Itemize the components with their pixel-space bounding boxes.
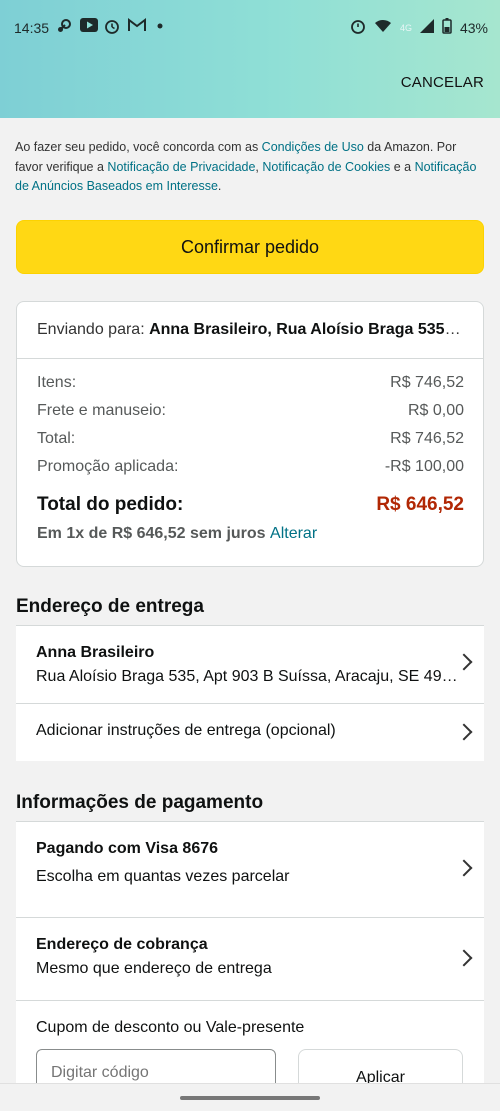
- alarm-status-icon: [350, 18, 366, 38]
- battery-percent: 43%: [459, 20, 488, 36]
- status-time: 14:35: [14, 20, 50, 36]
- row-label: Frete e manuseio:: [37, 402, 166, 419]
- cancel-button[interactable]: CANCELAR: [401, 74, 484, 91]
- alarm-icon: [104, 18, 120, 34]
- battery-icon: [442, 18, 452, 38]
- payment-section-title: Informações de pagamento: [16, 792, 264, 813]
- terms-suffix: .: [217, 179, 222, 193]
- row-label: Total:: [37, 430, 76, 447]
- row-value: R$ 0,00: [407, 402, 464, 419]
- network-type: 4G: [399, 23, 412, 33]
- summary-row-total: Total: R$ 746,52: [37, 430, 464, 448]
- steam-icon: [56, 18, 72, 34]
- delivery-instructions: Adicionar instruções de entrega (opciona…: [36, 722, 336, 739]
- row-label: Itens:: [37, 374, 77, 391]
- billing-title: Endereço de cobrança: [36, 936, 208, 953]
- row-value: -R$ 100,00: [384, 458, 464, 475]
- installment-info: Em 1x de R$ 646,52 sem juros Alterar: [37, 525, 317, 543]
- ship-to-label: Enviando para:: [37, 321, 150, 338]
- terms-mid2: e a: [390, 159, 415, 174]
- delivery-instructions-card[interactable]: Adicionar instruções de entrega (opciona…: [16, 703, 484, 761]
- confirm-order-button[interactable]: Confirmar pedido: [16, 220, 484, 274]
- delivery-address: Rua Aloísio Braga 535, Apt 903 B Suíssa,…: [36, 668, 461, 685]
- change-installment-link[interactable]: Alterar: [270, 525, 317, 542]
- notification-icons: [56, 18, 168, 34]
- row-value: R$ 746,52: [390, 374, 464, 391]
- recipient-name: Anna Brasileiro: [36, 644, 155, 661]
- billing-address-card[interactable]: Endereço de cobrança Mesmo que endereço …: [16, 917, 484, 1000]
- ship-to[interactable]: Enviando para: Anna Brasileiro, Rua Aloí…: [37, 321, 462, 339]
- row-value: R$ 746,52: [390, 430, 464, 447]
- header: 14:35 4G 43% CANCELAR: [0, 0, 500, 118]
- terms-prefix: Ao fazer seu pedido, você concorda com a…: [15, 140, 262, 154]
- divider: [17, 358, 483, 359]
- privacy-notice-link[interactable]: Notificação de Privacidade: [107, 160, 255, 174]
- status-bar: 14:35 4G 43%: [0, 0, 500, 56]
- gmail-icon: [128, 18, 146, 34]
- order-total-label: Total do pedido:: [37, 494, 184, 515]
- payment-method: Pagando com Visa 8676: [36, 840, 219, 857]
- terms-of-use-link[interactable]: Condições de Uso: [262, 140, 364, 154]
- installment-text: Em 1x de R$ 646,52 sem juros: [37, 525, 266, 542]
- order-summary: Enviando para: Anna Brasileiro, Rua Aloí…: [16, 301, 484, 567]
- summary-row-shipping: Frete e manuseio: R$ 0,00: [37, 402, 464, 420]
- delivery-address-card[interactable]: Anna Brasileiro Rua Aloísio Braga 535, A…: [16, 625, 484, 703]
- home-gesture-handle[interactable]: [180, 1096, 320, 1100]
- delivery-section-title: Endereço de entrega: [16, 596, 204, 617]
- order-total: Total do pedido: R$ 646,52: [37, 494, 464, 516]
- cookies-notice-link[interactable]: Notificação de Cookies: [262, 160, 390, 174]
- dot-icon: [152, 18, 168, 34]
- summary-row-promotion: Promoção aplicada: -R$ 100,00: [37, 458, 464, 476]
- summary-row-items: Itens: R$ 746,52: [37, 374, 464, 392]
- gesture-navigation-bar: [0, 1083, 500, 1111]
- terms-notice: Ao fazer seu pedido, você concorda com a…: [15, 138, 485, 197]
- ship-to-value: Anna Brasileiro, Rua Aloísio Braga 535, …: [149, 321, 462, 338]
- cell-signal-icon: [419, 19, 434, 37]
- wifi-icon: [374, 19, 392, 37]
- billing-value: Mesmo que endereço de entrega: [36, 960, 272, 977]
- system-icons: 4G 43%: [350, 18, 488, 38]
- youtube-icon: [80, 18, 98, 34]
- row-label: Promoção aplicada:: [37, 458, 179, 475]
- coupon-label: Cupom de desconto ou Vale-presente: [36, 1019, 305, 1036]
- installments-prompt: Escolha em quantas vezes parcelar: [36, 868, 290, 885]
- payment-method-card[interactable]: Pagando com Visa 8676 Escolha em quantas…: [16, 821, 484, 917]
- order-total-value: R$ 646,52: [376, 494, 464, 515]
